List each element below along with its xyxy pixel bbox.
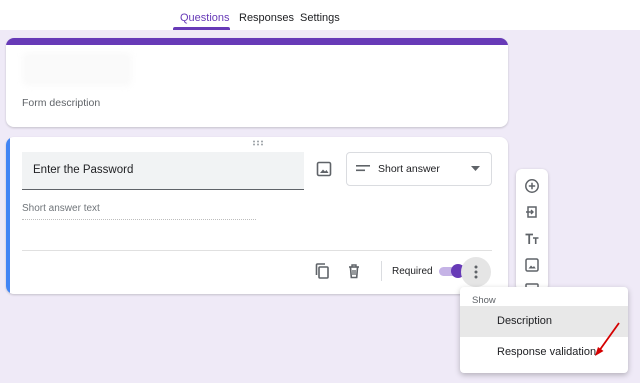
more-vert-icon	[474, 265, 478, 279]
question-type-label: Short answer	[378, 163, 440, 175]
form-title-obscured	[22, 52, 132, 86]
question-type-select[interactable]: Short answer	[346, 152, 492, 186]
image-icon[interactable]	[315, 160, 333, 178]
add-title-icon[interactable]	[524, 231, 540, 247]
duplicate-icon[interactable]	[313, 262, 331, 280]
required-label: Required	[392, 266, 433, 277]
tab-questions[interactable]: Questions	[180, 12, 230, 24]
add-question-icon[interactable]	[524, 178, 540, 194]
required-toggle[interactable]	[439, 264, 465, 278]
short-text-icon	[356, 165, 370, 172]
footer-divider	[22, 250, 492, 251]
more-options-button[interactable]	[461, 257, 491, 287]
toolbar-separator	[381, 261, 382, 281]
menu-item-label: Description	[497, 315, 553, 327]
short-answer-preview: Short answer text	[22, 203, 256, 220]
form-description-field[interactable]: Form description	[22, 97, 100, 109]
import-questions-icon[interactable]	[524, 204, 540, 220]
chevron-down-icon	[471, 166, 480, 171]
menu-section-header: Show	[472, 295, 496, 306]
add-image-icon[interactable]	[524, 257, 540, 273]
tab-bar: Questions Responses Settings	[0, 0, 640, 30]
delete-icon[interactable]	[345, 262, 363, 280]
annotation-arrow-icon	[595, 322, 620, 356]
tab-responses[interactable]: Responses	[239, 12, 294, 24]
side-toolbar	[516, 169, 548, 291]
question-card[interactable]: Enter the Password Short answer Short an…	[6, 137, 508, 294]
question-title-input[interactable]: Enter the Password	[22, 152, 304, 190]
tab-settings[interactable]: Settings	[300, 12, 340, 24]
header-accent-bar	[6, 38, 508, 45]
form-header-card[interactable]: Form description	[6, 38, 508, 127]
active-tab-indicator	[173, 27, 230, 30]
drag-handle-icon[interactable]	[252, 140, 266, 146]
menu-item-label: Response validation	[497, 346, 597, 358]
active-question-indicator	[6, 137, 10, 294]
question-title-text: Enter the Password	[33, 164, 134, 176]
